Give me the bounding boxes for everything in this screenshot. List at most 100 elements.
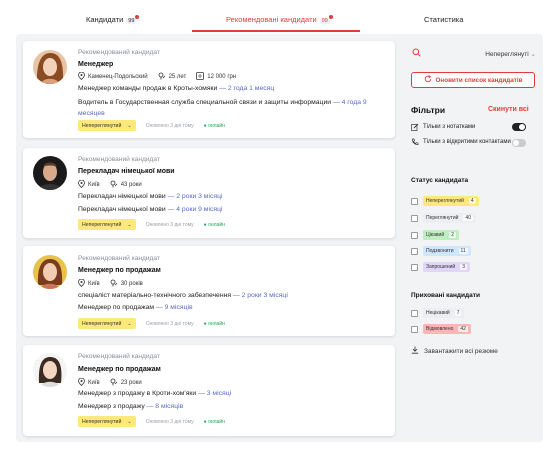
tab-candidates[interactable]: Кандидати 99 [86, 15, 140, 24]
status-dropdown[interactable]: Непереглянутий ⌄ [78, 219, 136, 230]
chevron-down-icon: ⌄ [127, 418, 132, 425]
checkbox[interactable] [411, 325, 418, 333]
sort-row: Непереглянуті ⌄ [412, 48, 536, 59]
phone-icon [411, 138, 419, 149]
contacts-toggle[interactable] [512, 139, 526, 147]
candidate-meta: Київ 43 роки [78, 179, 142, 190]
experience-item: Менеджер з продажу — 8 місяців [78, 403, 184, 410]
filters-sidebar: Непереглянуті ⌄ Оновити список кандидаті… [402, 34, 543, 442]
candidate-age: 43 роки [120, 182, 142, 188]
tab-candidates-label: Кандидати [86, 15, 124, 24]
experience-item: Перекладач німецької мови — 4 роки 9 міс… [78, 206, 223, 213]
status-dropdown[interactable]: Непереглянутий ⌄ [78, 416, 136, 427]
experience-item: Менеджер з продажу в Кроти-хом'яки — 3 м… [78, 390, 232, 397]
status-section-title: Статус кандидата [411, 177, 469, 184]
age-icon [110, 180, 118, 190]
hidden-filter-item[interactable]: Нецікавий 7 [411, 308, 465, 318]
location-icon [78, 377, 85, 388]
recommended-label: Рекомендований кандидат [78, 156, 160, 163]
status-dropdown[interactable]: Непереглянутий ⌄ [78, 318, 136, 329]
chevron-down-icon: ⌄ [127, 221, 132, 228]
checkbox[interactable] [411, 247, 418, 255]
candidate-city: Київ [88, 182, 100, 188]
notification-dot [328, 15, 333, 19]
card-status-row: Непереглянутий ⌄ Оновлено 3 дні тому ● он… [78, 318, 225, 329]
notification-dot [135, 15, 140, 19]
candidate-title[interactable]: Менеджер [78, 61, 113, 68]
updated-text: Оновлено 3 дні тому [145, 320, 194, 327]
tab-statistics-label: Статистика [424, 15, 464, 24]
reset-filters-link[interactable]: Скинути всі [488, 106, 529, 113]
card-status-row: Непереглянутий ⌄ Оновлено 3 дні тому ● он… [78, 219, 225, 230]
candidate-age: 23 роки [120, 380, 142, 386]
status-filter-item[interactable]: Запрошений 3 [411, 262, 470, 272]
online-status: ● онлайн [203, 320, 225, 327]
checkbox[interactable] [411, 231, 418, 239]
experience-item: спеціаліст матеріально-технічного забезп… [78, 292, 288, 299]
location-icon [78, 278, 85, 289]
status-pill: Запрошений 3 [423, 262, 470, 272]
candidate-card[interactable]: Рекомендований кандидат Менеджер Каменец… [23, 41, 395, 138]
tab-candidates-count: 99 [126, 15, 140, 24]
status-dropdown[interactable]: Непереглянутий ⌄ [78, 120, 136, 131]
sort-dropdown[interactable]: Непереглянуті ⌄ [485, 50, 536, 58]
checkbox[interactable] [411, 309, 418, 317]
candidate-title[interactable]: Менеджер по продажам [78, 366, 161, 373]
experience-item: Менеджер команды продаж в Кроты-хомяки —… [78, 85, 275, 92]
candidate-salary: 12 000 грн [207, 74, 237, 80]
candidate-city: Київ [88, 281, 100, 287]
hidden-filter-item[interactable]: Відмовлено 42 [411, 324, 471, 334]
status-pill: Переглянутий 40 [423, 213, 476, 223]
download-all-resumes[interactable]: Завантажити всі резюме [411, 346, 498, 356]
refresh-icon [424, 75, 432, 85]
card-status-row: Непереглянутий ⌄ Оновлено 3 дні тому ● он… [78, 416, 225, 427]
filter-with-contacts: Тільки з відкритими контактами [411, 138, 511, 149]
filters-title: Фільтри [411, 105, 446, 115]
notes-toggle[interactable] [512, 123, 526, 131]
age-icon [158, 72, 166, 82]
candidate-card[interactable]: Рекомендований кандидат Менеджер по прод… [23, 345, 395, 436]
status-filter-item[interactable]: Переглянутий 40 [411, 213, 476, 223]
refresh-candidates-button[interactable]: Оновити список кандидатів [411, 72, 535, 88]
tab-recommended[interactable]: Рекомендовані кандидати 99 [226, 15, 333, 24]
candidate-age: 25 лет [168, 74, 187, 80]
status-filter-item[interactable]: Подзвонити 11 [411, 246, 471, 256]
checkbox[interactable] [411, 263, 418, 271]
refresh-label: Оновити список кандидатів [435, 76, 523, 84]
recommended-label: Рекомендований кандидат [78, 353, 160, 360]
age-icon [110, 279, 118, 289]
chevron-down-icon: ⌄ [127, 122, 132, 129]
chevron-down-icon: ⌄ [127, 320, 132, 327]
candidate-meta: Київ 30 років [78, 278, 143, 289]
checkbox[interactable] [411, 214, 418, 222]
online-status: ● онлайн [203, 221, 225, 228]
candidate-title[interactable]: Перекладач німецької мови [78, 168, 175, 175]
tab-bar: Кандидати 99 Рекомендовані кандидати 99 Ст… [0, 0, 552, 34]
tab-statistics[interactable]: Статистика [424, 15, 463, 24]
avatar [33, 156, 67, 190]
updated-text: Оновлено 3 дні тому [145, 418, 194, 425]
checkbox[interactable] [411, 197, 418, 205]
candidate-card[interactable]: Рекомендований кандидат Менеджер по прод… [23, 246, 395, 336]
candidate-age: 30 років [120, 281, 143, 287]
avatar [33, 255, 67, 289]
status-filter-item[interactable]: Цікавий 2 [411, 230, 459, 240]
online-status: ● онлайн [203, 122, 225, 129]
hidden-section-title: Приховані кандидати [411, 292, 480, 299]
avatar [33, 50, 67, 84]
status-filter-item[interactable]: Непереглянутий 4 [411, 196, 479, 206]
search-icon[interactable] [412, 48, 421, 59]
experience-item: Менеджер по продажам — 9 місяців [78, 304, 193, 311]
candidate-meta: Каменец-Подольский 25 лет 12 000 грн [78, 71, 237, 82]
chevron-down-icon: ⌄ [530, 50, 536, 58]
experience-item: Перекладач німецької мови — 2 роки 3 міс… [78, 193, 223, 200]
edit-icon [411, 123, 419, 134]
candidate-title[interactable]: Менеджер по продажам [78, 267, 161, 274]
download-icon [411, 346, 419, 356]
filter-with-notes: Тільки з нотатками [411, 123, 475, 134]
status-pill: Цікавий 2 [423, 230, 459, 240]
candidate-meta: Київ 23 роки [78, 377, 142, 388]
avatar [33, 353, 67, 387]
candidate-card[interactable]: Рекомендований кандидат Перекладач німец… [23, 148, 395, 238]
location-icon [78, 71, 85, 82]
